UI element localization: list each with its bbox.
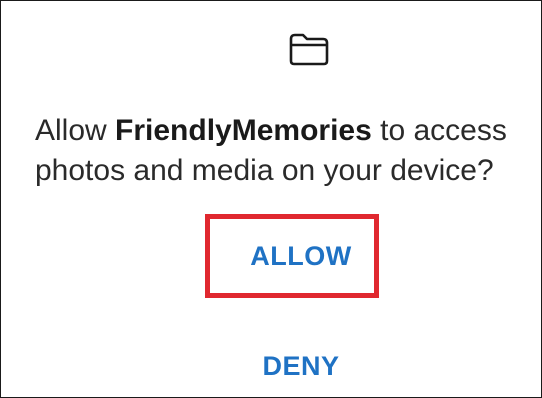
allow-button[interactable]: ALLOW	[205, 214, 379, 298]
permission-message: Allow FriendlyMemories to access photos …	[35, 111, 525, 191]
deny-button-label: DENY	[262, 350, 340, 381]
message-prefix: Allow	[35, 114, 116, 147]
deny-button[interactable]: DENY	[231, 341, 371, 391]
app-name: FriendlyMemories	[115, 114, 372, 147]
allow-button-label: ALLOW	[250, 240, 352, 271]
folder-icon	[289, 33, 329, 66]
permission-dialog: Allow FriendlyMemories to access photos …	[0, 0, 542, 398]
